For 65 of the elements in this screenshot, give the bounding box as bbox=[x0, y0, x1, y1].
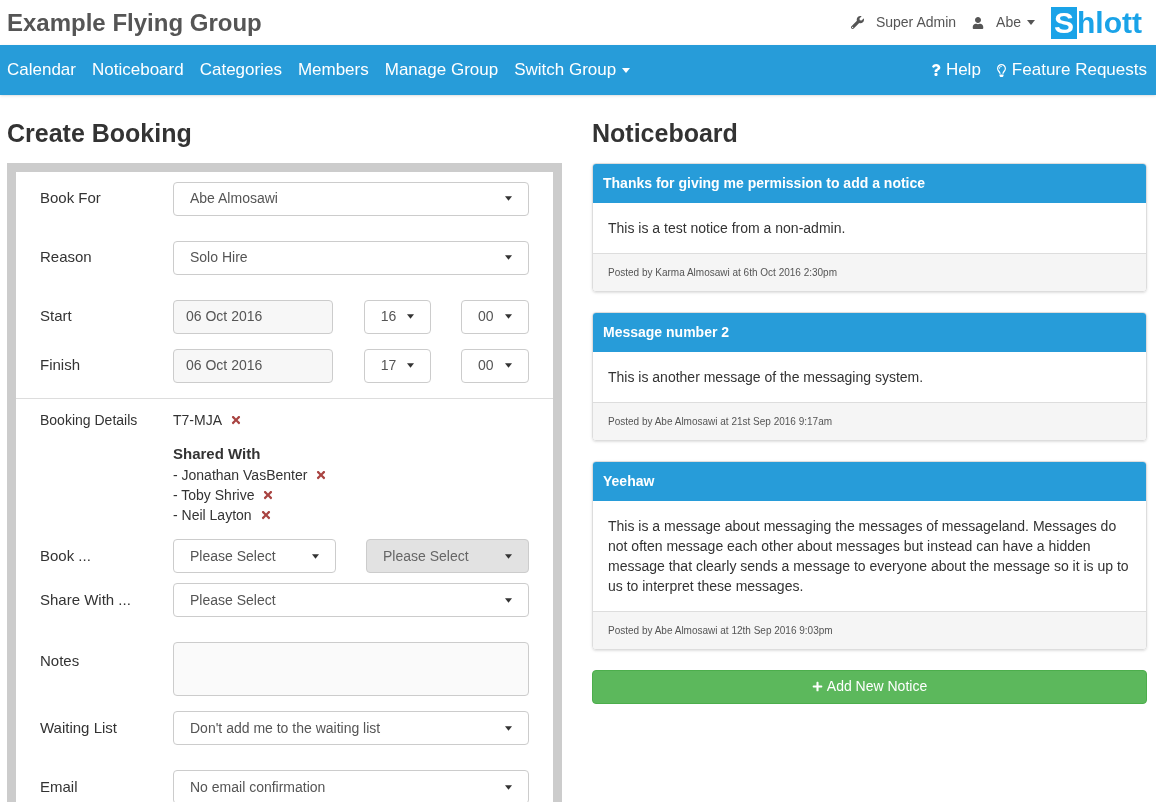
shared-member: - Jonathan VasBenter bbox=[173, 466, 308, 485]
notes-field[interactable] bbox=[173, 642, 529, 696]
select-field[interactable]: Abe Almosawi bbox=[173, 181, 529, 216]
user-menu[interactable]: Abe bbox=[972, 12, 1035, 33]
caret-icon bbox=[505, 363, 512, 368]
notice-title: Message number 2 bbox=[593, 312, 1146, 352]
field-label: Notes bbox=[40, 651, 81, 671]
date-field[interactable]: 06 Oct 2016 bbox=[173, 299, 333, 334]
notice-footer: Posted by Karma Almosawi at 6th Oct 2016 2:30pm bbox=[593, 252, 1146, 291]
notice-body: This is a message about messaging the messages of messageland. Messages do not often message each other about messages but instead can have a hidden message that clearly sends a message to everyone about the message so it is up to us to interpret these messages. bbox=[607, 516, 1130, 596]
notice-body: This is a test notice from a non-admin. bbox=[607, 218, 847, 238]
caret-icon bbox=[505, 553, 512, 559]
select-field[interactable]: 00 bbox=[460, 299, 529, 334]
user-icon bbox=[972, 16, 985, 29]
field-label: Email bbox=[40, 776, 79, 797]
caret-icon bbox=[406, 363, 414, 368]
plus-icon bbox=[811, 681, 823, 692]
lightbulb-icon bbox=[994, 63, 1008, 77]
section-heading: Noticeboard bbox=[592, 118, 739, 149]
caret-icon bbox=[505, 314, 512, 319]
select-field[interactable]: 16 bbox=[363, 299, 431, 334]
caret-icon bbox=[312, 553, 319, 559]
shared-member: - Neil Layton bbox=[173, 506, 252, 525]
shared-heading: Shared With bbox=[173, 443, 262, 464]
help-icon bbox=[929, 64, 942, 76]
select-field[interactable]: 17 bbox=[363, 348, 431, 383]
field-label: Finish bbox=[40, 355, 81, 376]
field-label: Book For bbox=[40, 188, 102, 209]
notice-footer: Posted by Abe Almosawi at 12th Sep 2016 9:03pm bbox=[593, 610, 1146, 649]
remove-icon[interactable] bbox=[315, 469, 328, 481]
field-label: Waiting List bbox=[40, 717, 118, 738]
caret-icon bbox=[505, 196, 512, 201]
select-field[interactable]: Please Select bbox=[173, 539, 336, 573]
field-label: Reason bbox=[40, 247, 93, 268]
caret-icon bbox=[1027, 20, 1035, 25]
field-label: Book ... bbox=[40, 545, 92, 566]
wrench-icon bbox=[850, 16, 864, 29]
caret-icon bbox=[505, 725, 512, 731]
caret-icon bbox=[505, 597, 512, 603]
site-title: Example Flying Group bbox=[7, 7, 263, 38]
remove-icon[interactable] bbox=[262, 489, 275, 501]
caret-icon bbox=[505, 784, 512, 790]
caret-icon bbox=[622, 67, 631, 73]
notice-body: This is another message of the messaging system. bbox=[607, 367, 925, 387]
notice-title: Thanks for giving me permission to add a notice bbox=[593, 163, 1146, 203]
select-field[interactable]: Don't add me to the waiting list bbox=[173, 711, 529, 745]
section-heading: Create Booking bbox=[7, 118, 193, 149]
notice-footer: Posted by Abe Almosawi at 21st Sep 2016 9:17am bbox=[593, 401, 1146, 440]
select-field[interactable]: Please Select bbox=[173, 583, 529, 617]
field-label: Booking Details bbox=[40, 410, 139, 430]
select-field[interactable]: No email confirmation bbox=[173, 770, 529, 802]
caret-icon bbox=[505, 255, 512, 260]
date-field[interactable]: 06 Oct 2016 bbox=[173, 348, 333, 383]
field-label: Start bbox=[40, 306, 73, 327]
remove-icon[interactable] bbox=[230, 414, 242, 426]
field-label: Share With ... bbox=[40, 589, 132, 610]
caret-icon bbox=[406, 314, 414, 319]
shared-member: - Toby Shrive bbox=[173, 486, 255, 505]
logo: Shlott bbox=[1051, 6, 1142, 39]
notice-title: Yeehaw bbox=[593, 461, 1146, 501]
select-field[interactable]: Solo Hire bbox=[173, 240, 529, 275]
aircraft-tag: T7-MJA bbox=[173, 409, 222, 431]
remove-icon[interactable] bbox=[259, 509, 272, 521]
select-field[interactable]: 00 bbox=[460, 348, 529, 383]
admin-link[interactable]: Super Admin bbox=[850, 12, 957, 33]
